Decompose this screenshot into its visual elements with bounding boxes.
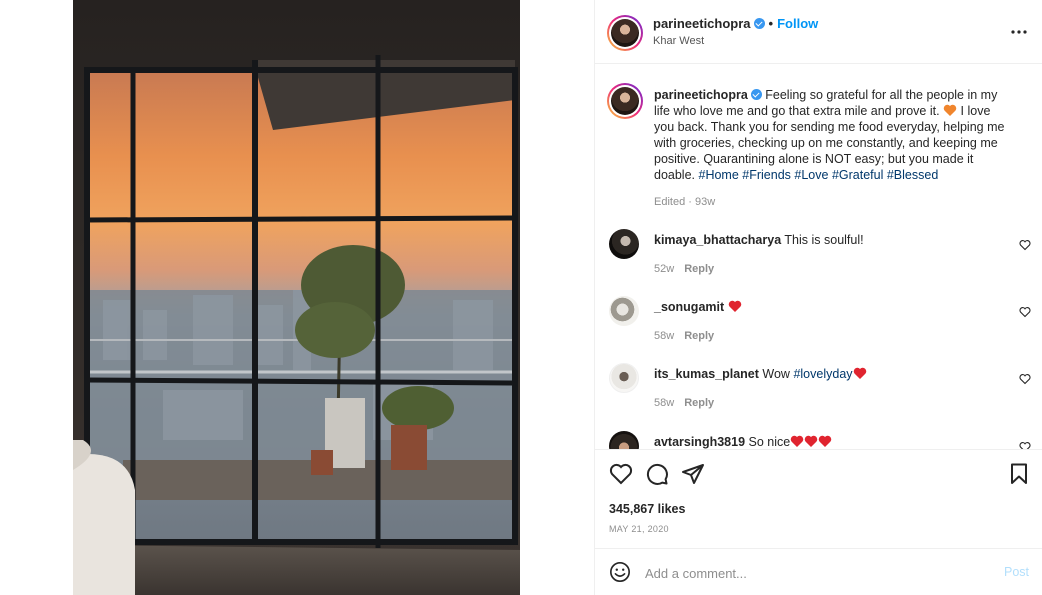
reply-button[interactable]: Reply: [684, 397, 714, 409]
hashtag-friends[interactable]: #Friends: [742, 168, 791, 182]
like-comment-heart-icon[interactable]: [1019, 306, 1031, 318]
save-bookmark-icon[interactable]: [1007, 462, 1031, 486]
reply-button[interactable]: Reply: [684, 263, 714, 275]
post-side-panel: parineetichopra • Follow Khar West parinee…: [594, 0, 1042, 595]
post-location[interactable]: Khar West: [653, 35, 704, 47]
comments-list[interactable]: parineetichopra Feeling so grateful for …: [595, 65, 1042, 449]
comment-body: This is soulful!: [784, 233, 864, 247]
hashtag-love[interactable]: #Love: [794, 168, 828, 182]
author-avatar[interactable]: [607, 15, 643, 51]
comment-text: avtarsingh3819 So nice: [654, 434, 1014, 449]
author-username[interactable]: parineetichopra: [653, 16, 751, 31]
orange-heart-emoji-icon: [943, 104, 957, 116]
comment-age: 58w: [654, 330, 675, 342]
comment-meta: 58w Reply: [654, 330, 714, 342]
commenter-avatar[interactable]: [609, 431, 639, 449]
red-heart-emoji-icon: [790, 435, 804, 447]
hashtag-home[interactable]: #Home: [699, 168, 739, 182]
share-paper-plane-icon[interactable]: [681, 462, 705, 486]
comment-body: Wow: [762, 367, 790, 381]
add-comment-bar: Post: [595, 548, 1042, 595]
reply-button[interactable]: Reply: [684, 330, 714, 342]
caption-meta: Edited · 93w: [654, 196, 716, 208]
comment-input[interactable]: [645, 561, 975, 585]
likes-count[interactable]: 345,867 likes: [609, 502, 685, 516]
comment-age: 58w: [654, 397, 675, 409]
like-heart-icon[interactable]: [609, 462, 633, 486]
commenter-avatar[interactable]: [609, 363, 639, 393]
comment-meta: 52w Reply: [654, 263, 714, 275]
comment-username[interactable]: _sonugamit: [654, 300, 724, 314]
verified-badge-icon: [750, 89, 762, 100]
sunset-window-photo: [73, 0, 520, 595]
comment-meta: 58w Reply: [654, 397, 714, 409]
hashtag-blessed[interactable]: #Blessed: [887, 168, 938, 182]
emoji-smiley-icon[interactable]: [609, 561, 631, 583]
post-date: May 21, 2020: [609, 524, 669, 534]
post-actions: 345,867 likes May 21, 2020 Post: [595, 449, 1042, 595]
red-heart-emoji-icon: [818, 435, 832, 447]
comment-body: So nice: [748, 435, 791, 449]
comment-bubble-icon[interactable]: [645, 462, 669, 486]
hashtag-grateful[interactable]: #Grateful: [832, 168, 883, 182]
post-photo[interactable]: [73, 0, 520, 595]
follow-button[interactable]: Follow: [777, 16, 818, 31]
comment-username[interactable]: its_kumas_planet: [654, 367, 759, 381]
verified-badge-icon: [753, 18, 765, 29]
comment-username[interactable]: kimaya_bhattacharya: [654, 233, 781, 247]
caption-avatar[interactable]: [607, 83, 643, 119]
caption-username[interactable]: parineetichopra: [654, 88, 748, 102]
red-heart-emoji-icon: [728, 300, 741, 312]
post-header: parineetichopra • Follow Khar West: [595, 0, 1042, 64]
comment-age: 52w: [654, 263, 675, 275]
author-line: parineetichopra • Follow: [653, 16, 818, 31]
commenter-avatar[interactable]: [609, 296, 639, 326]
like-comment-heart-icon[interactable]: [1019, 239, 1031, 251]
post-comment-button[interactable]: Post: [1004, 565, 1029, 579]
red-heart-emoji-icon: [804, 435, 818, 447]
comment-hashtag[interactable]: #lovelyday: [793, 367, 852, 381]
comment-text: _sonugamit: [654, 299, 1014, 315]
separator-dot: •: [768, 16, 774, 31]
like-comment-heart-icon[interactable]: [1019, 441, 1031, 449]
commenter-avatar[interactable]: [609, 229, 639, 259]
like-comment-heart-icon[interactable]: [1019, 373, 1031, 385]
red-heart-emoji-icon: [853, 367, 866, 379]
comment-text: its_kumas_planet Wow #lovelyday: [654, 366, 1014, 382]
comment-username[interactable]: avtarsingh3819: [654, 435, 745, 449]
more-options-icon[interactable]: [1009, 22, 1029, 42]
comment-text: kimaya_bhattacharya This is soulful!: [654, 232, 1014, 248]
caption-text: parineetichopra Feeling so grateful for …: [654, 87, 1014, 183]
